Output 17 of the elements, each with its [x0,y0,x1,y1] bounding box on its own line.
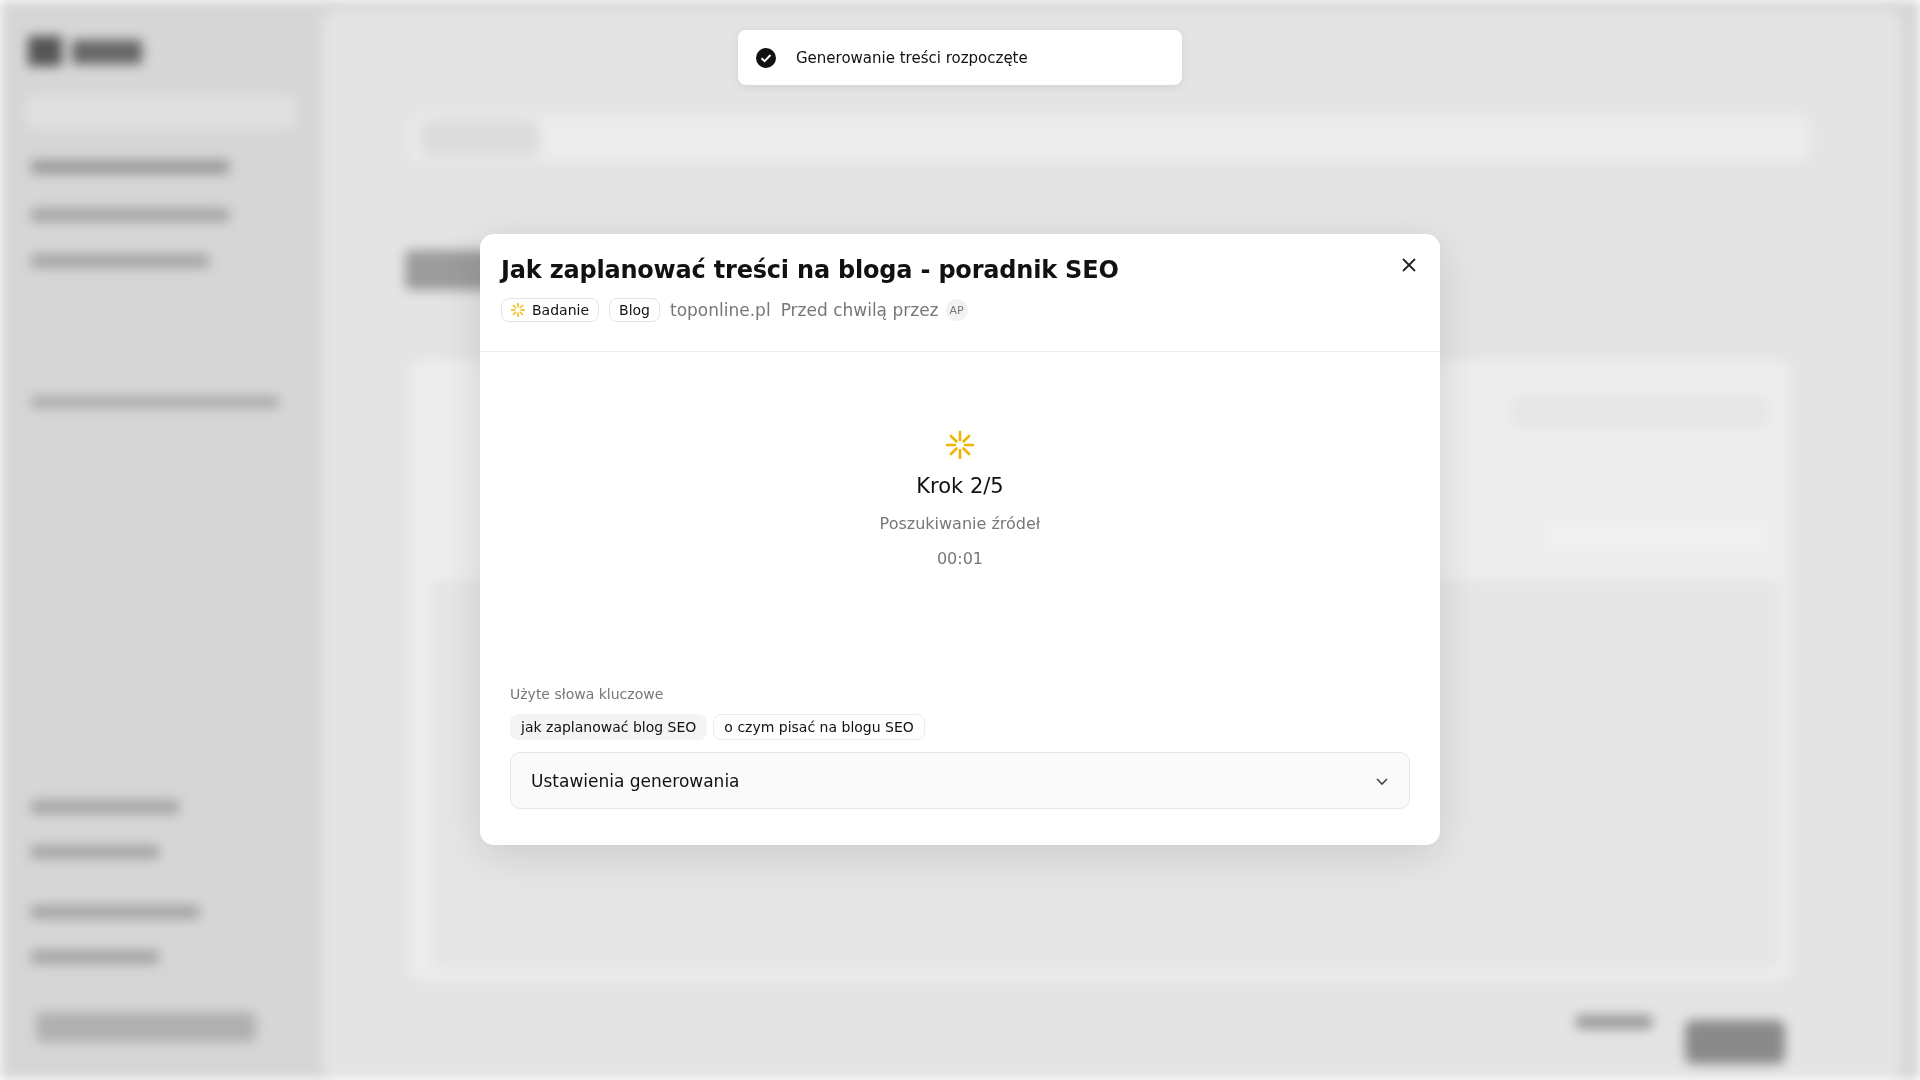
keyword-chip: o czym pisać na blogu SEO [713,714,925,740]
timestamp: Przed chwilą przez [780,300,939,320]
step-counter: Krok 2/5 [916,474,1004,498]
settings-accordion[interactable]: Ustawienia generowania [510,752,1410,809]
modal-title: Jak zaplanować treści na bloga - poradnik SEO [501,256,1119,284]
loading-spinner-icon [511,303,525,317]
site-name: toponline.pl [670,300,771,320]
loading-spinner-icon [945,430,975,460]
tag-label: Badanie [532,302,590,318]
check-circle-icon [756,47,776,68]
tag: Blog [609,298,660,322]
author-avatar: AP [945,299,968,321]
keywords-label: Użyte słowa kluczowe [510,686,665,702]
keyword-chip: jak zaplanować blog SEO [510,714,708,740]
step-status: Poszukiwanie źródeł [879,514,1041,533]
toast-message: Generowanie treści rozpoczęte [796,48,1028,67]
elapsed-timer: 00:01 [936,549,984,568]
